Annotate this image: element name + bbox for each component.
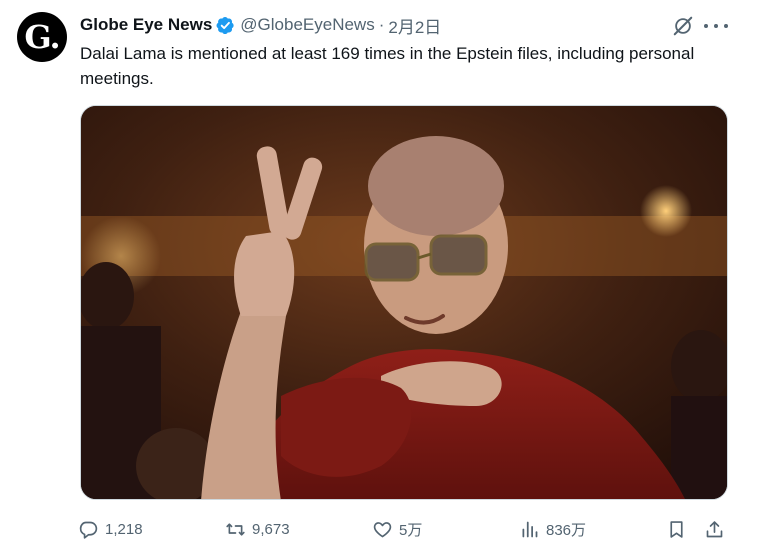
reply-icon: [79, 521, 98, 539]
share-icon: [706, 520, 723, 537]
repost-icon: [226, 522, 245, 536]
verified-badge-icon: [216, 16, 235, 35]
views-icon: [522, 521, 538, 537]
heart-icon: [373, 521, 392, 537]
tweet-date[interactable]: 2月2日: [388, 13, 441, 38]
repost-button[interactable]: 9,673: [225, 516, 290, 542]
reply-button[interactable]: 1,218: [78, 516, 143, 542]
share-button[interactable]: [704, 516, 725, 542]
like-count: 5万: [399, 521, 423, 539]
repost-count: 9,673: [252, 520, 290, 538]
grok-icon[interactable]: [672, 15, 694, 37]
author-handle[interactable]: @GlobeEyeNews: [240, 15, 374, 35]
more-dot: [714, 24, 718, 28]
tweet-header: Globe Eye News @GlobeEyeNews · 2月2日: [80, 13, 441, 38]
separator-dot: ·: [378, 15, 385, 34]
tweet-text: Dalai Lama is mentioned at least 169 tim…: [80, 44, 695, 88]
reply-count: 1,218: [105, 520, 143, 538]
more-icon[interactable]: [704, 15, 728, 37]
avatar[interactable]: G.: [17, 12, 67, 62]
view-count: 836万: [546, 521, 587, 539]
author-name[interactable]: Globe Eye News: [80, 15, 212, 35]
action-bar: 1,218 9,673 5万 836万: [78, 516, 738, 542]
tweet-card[interactable]: G. Globe Eye News @GlobeEyeNews · 2月2日 D…: [0, 0, 757, 556]
like-button[interactable]: 5万: [372, 516, 422, 542]
more-dot: [704, 24, 708, 28]
bookmark-button[interactable]: [666, 516, 687, 542]
views-button[interactable]: 836万: [519, 516, 586, 542]
photo-dalai-lama: [81, 106, 727, 499]
more-dot: [724, 24, 728, 28]
avatar-letter: G.: [24, 18, 60, 56]
tweet-photo[interactable]: [80, 105, 728, 500]
bookmark-icon: [670, 520, 683, 538]
